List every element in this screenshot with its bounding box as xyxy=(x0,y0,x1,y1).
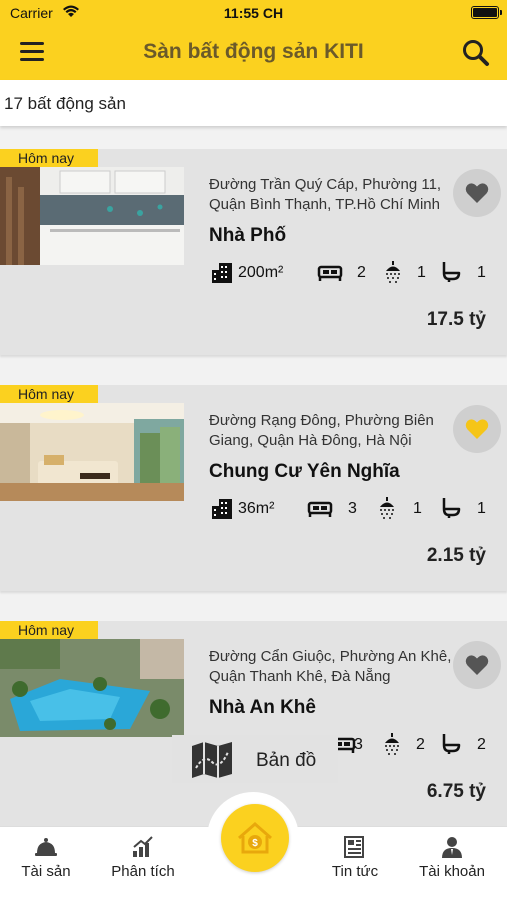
toilet-icon xyxy=(441,497,461,524)
date-badge: Hôm nay xyxy=(0,621,98,639)
shower-count: 1 xyxy=(413,500,422,517)
toilet-icon xyxy=(441,261,461,288)
area-value: 200m² xyxy=(238,264,284,281)
listing-address: Đường Trần Quý Cáp, Phường 11, Quận Bình… xyxy=(209,175,467,215)
listing-specs: 200m² 2 1 1 xyxy=(211,261,501,285)
bedroom-count: 3 xyxy=(354,736,363,753)
toilet-count: 1 xyxy=(477,264,486,281)
result-count-bar: 17 bất động sản xyxy=(0,80,507,126)
date-badge: Hôm nay xyxy=(0,149,98,167)
bed-icon xyxy=(307,497,333,524)
page-title: Sàn bất động sản KITI xyxy=(143,40,364,63)
analytics-chart-icon xyxy=(131,835,155,864)
listing-address: Đường Cẩn Giuộc, Phường An Khê, Quận Tha… xyxy=(209,647,467,687)
shower-icon xyxy=(382,261,404,288)
map-icon xyxy=(192,742,232,778)
listing-photo[interactable] xyxy=(0,403,184,501)
tab-analytics[interactable]: Phân tích xyxy=(93,827,193,900)
app-header: Sàn bất động sản KITI xyxy=(0,26,507,80)
tab-properties[interactable]: Tài sản xyxy=(0,827,96,900)
address-line: Quận Bình Thạnh, TP.Hồ Chí Minh xyxy=(209,196,440,213)
favorite-button[interactable] xyxy=(453,641,501,689)
status-time: 11:55 CH xyxy=(223,5,284,21)
building-icon xyxy=(211,261,233,288)
address-line: Giang, Quận Hà Đông, Hà Nội xyxy=(209,432,412,449)
shower-icon xyxy=(381,733,403,760)
building-icon xyxy=(211,497,233,524)
favorite-button[interactable] xyxy=(453,405,501,453)
toilet-count: 1 xyxy=(477,500,486,517)
listing-specs: 36m² 3 1 1 xyxy=(211,497,501,521)
listing-price: 17.5 tỷ xyxy=(426,309,486,330)
heart-icon xyxy=(465,419,489,439)
listing-address: Đường Rạng Đông, Phường Biên Giang, Quận… xyxy=(209,411,467,451)
address-line: Đường Trần Quý Cáp, Phường 11, xyxy=(209,176,442,193)
listing-card[interactable]: Hôm nay Đường Trần Quý Cáp, Phường 11, Q… xyxy=(0,149,507,355)
address-line: Đường Cẩn Giuộc, Phường An Khê, xyxy=(209,648,452,665)
shower-count: 1 xyxy=(417,264,426,281)
area-value: 36m² xyxy=(238,500,275,517)
listing-card[interactable]: Hôm nay Đường Rạng Đông, Phường Biên Gia… xyxy=(0,385,507,591)
property-bell-icon xyxy=(34,835,58,864)
bedroom-count: 3 xyxy=(348,500,357,517)
news-icon xyxy=(343,835,367,864)
listing-photo[interactable] xyxy=(0,167,184,265)
status-bar: Carrier 11:55 CH xyxy=(0,0,507,26)
toilet-icon xyxy=(441,733,461,760)
favorite-button[interactable] xyxy=(453,169,501,217)
map-button-label: Bản đồ xyxy=(256,750,317,771)
tab-label: Phân tích xyxy=(111,863,175,880)
listing-price: 6.75 tỷ xyxy=(426,781,486,802)
heart-icon xyxy=(465,183,489,203)
listing-photo[interactable] xyxy=(0,639,184,737)
tab-news[interactable]: Tin tức xyxy=(305,827,405,900)
tab-label: Tài khoản xyxy=(419,863,485,880)
account-icon xyxy=(440,835,464,864)
listing-name: Nhà An Khê xyxy=(209,697,316,718)
map-button[interactable]: Bản đồ xyxy=(172,735,338,783)
toilet-count: 2 xyxy=(477,736,486,753)
listing-name: Nhà Phố xyxy=(209,225,287,246)
center-home-button[interactable]: $ xyxy=(207,792,299,884)
home-price-button[interactable]: $ xyxy=(221,804,289,872)
listing-name: Chung Cư Yên Nghĩa xyxy=(209,461,400,482)
tab-label: Tài sản xyxy=(21,863,71,880)
shower-count: 2 xyxy=(416,736,425,753)
bed-icon xyxy=(317,261,343,288)
result-count: 17 bất động sản xyxy=(4,94,126,113)
svg-text:$: $ xyxy=(252,838,258,849)
address-line: Quận Thanh Khê, Đà Nẵng xyxy=(209,668,391,685)
battery-icon xyxy=(471,6,502,19)
address-line: Đường Rạng Đông, Phường Biên xyxy=(209,412,434,429)
heart-icon xyxy=(465,655,489,675)
tab-account[interactable]: Tài khoản xyxy=(402,827,502,900)
listing-price: 2.15 tỷ xyxy=(426,545,486,566)
search-icon[interactable] xyxy=(461,38,491,68)
shower-icon xyxy=(376,497,398,524)
house-coin-icon: $ xyxy=(238,822,272,854)
date-badge: Hôm nay xyxy=(0,385,98,403)
tab-label: Tin tức xyxy=(331,863,379,880)
bedroom-count: 2 xyxy=(357,264,366,281)
